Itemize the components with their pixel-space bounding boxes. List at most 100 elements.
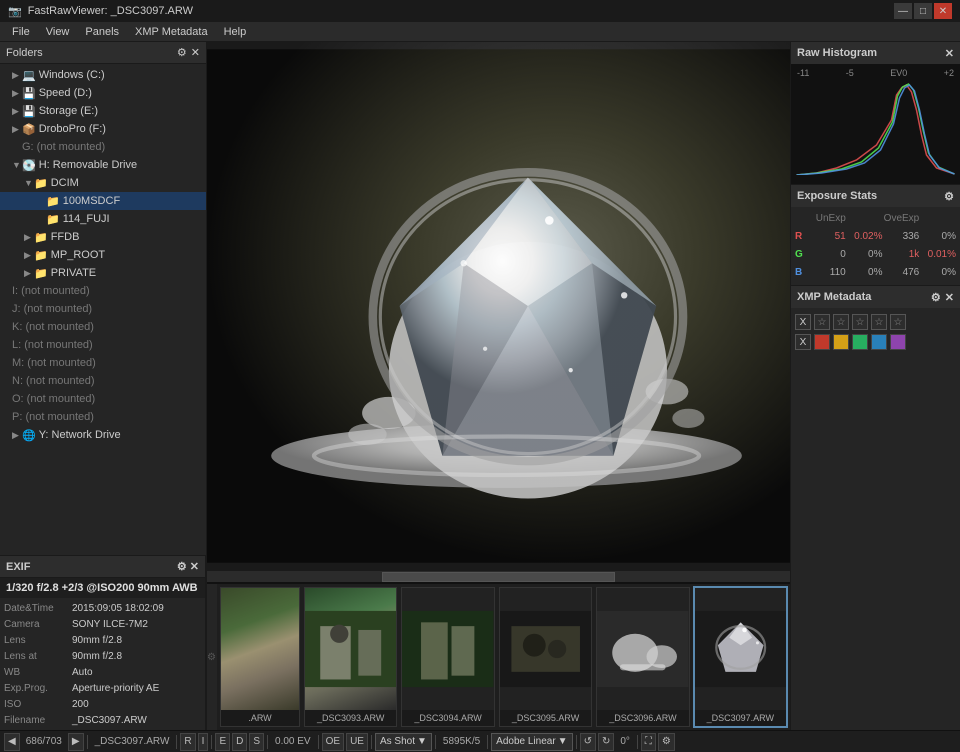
close-button[interactable]: ✕ — [934, 3, 952, 19]
exposure-title: Exposure Stats — [797, 190, 877, 202]
tree-item-drobo-f[interactable]: ▶ 📦 DroboPro (F:) — [0, 120, 206, 138]
exif-row-wb: WB Auto — [4, 664, 201, 680]
menu-help[interactable]: Help — [216, 24, 255, 40]
tree-item-g-not-mounted: G: (not mounted) — [0, 138, 206, 156]
xmp-color-yellow[interactable] — [833, 334, 849, 350]
exif-header: EXIF ⚙ ✕ — [0, 556, 205, 578]
film-thumbnail-2 — [402, 588, 493, 710]
tree-item-speed-d[interactable]: ▶ 💾 Speed (D:) — [0, 84, 206, 102]
window-controls: — □ ✕ — [894, 3, 952, 19]
xmp-color-blue[interactable] — [871, 334, 887, 350]
tree-item-p-not-mounted: P: (not mounted) — [0, 408, 206, 426]
exif-summary: 1/320 f/2.8 +2/3 @ISO200 90mm AWB — [0, 578, 205, 598]
menu-xmp-metadata[interactable]: XMP Metadata — [127, 24, 216, 40]
as-shot-label: As Shot — [380, 736, 415, 747]
xmp-reject-btn2[interactable]: X — [795, 334, 811, 350]
image-area — [207, 42, 790, 570]
xmp-star1-2[interactable]: ☆ — [833, 314, 849, 330]
xmp-gear-icon[interactable]: ⚙ — [931, 291, 941, 304]
film-item-4[interactable]: _DSC3096.ARW — [596, 587, 689, 727]
badge-r-button[interactable]: R — [180, 733, 195, 751]
tree-item-dcim[interactable]: ▼ 📁 DCIM — [0, 174, 206, 192]
scrollbar-thumb[interactable] — [382, 572, 615, 582]
histogram-svg — [795, 80, 956, 175]
current-filename: _DSC3097.ARW — [91, 736, 174, 747]
sep-4 — [267, 735, 268, 749]
tree-item-ffdb[interactable]: ▶ 📁 FFDB — [0, 228, 206, 246]
sep-3 — [211, 735, 212, 749]
rotate-left-button[interactable]: ↺ — [580, 733, 596, 751]
xmp-stars-area: X ☆ ☆ ☆ ☆ ☆ X — [791, 308, 960, 354]
settings-button[interactable]: ⚙ — [658, 733, 675, 751]
xmp-header-icons: ⚙ ✕ — [931, 291, 954, 304]
xmp-close-icon[interactable]: ✕ — [945, 291, 954, 304]
exif-gear-icon[interactable]: ⚙ — [177, 561, 187, 573]
oe-button[interactable]: OE — [322, 733, 344, 751]
film-item-1[interactable]: _DSC3093.ARW — [304, 587, 397, 727]
folders-header: Folders ⚙ ✕ — [0, 42, 206, 64]
tree-item-i-not-mounted: I: (not mounted) — [0, 282, 206, 300]
xmp-color-red[interactable] — [814, 334, 830, 350]
histogram-labels: -11 -5 EV0 +2 — [795, 68, 956, 78]
tree-item-storage-e[interactable]: ▶ 💾 Storage (E:) — [0, 102, 206, 120]
film-item-2[interactable]: _DSC3094.ARW — [401, 587, 494, 727]
sep-10 — [637, 735, 638, 749]
histogram-close-icon[interactable]: ✕ — [945, 47, 954, 60]
xmp-color-purple[interactable] — [890, 334, 906, 350]
app-icon: 📷 — [8, 5, 22, 18]
minimize-button[interactable]: — — [894, 3, 912, 19]
film-item-3[interactable]: _DSC3095.ARW — [499, 587, 592, 727]
as-shot-dropdown[interactable]: As Shot ▼ — [375, 733, 432, 751]
ue-button[interactable]: UE — [346, 733, 368, 751]
film-label-5: _DSC3097.ARW — [695, 710, 786, 726]
film-item-5[interactable]: _DSC3097.ARW — [693, 586, 788, 728]
tree-item-mp-root[interactable]: ▶ 📁 MP_ROOT — [0, 246, 206, 264]
rotate-right-button[interactable]: ↻ — [598, 733, 614, 751]
xmp-star1-1[interactable]: ☆ — [814, 314, 830, 330]
badge-e-button[interactable]: E — [215, 733, 230, 751]
film-item-0[interactable]: .ARW — [220, 587, 300, 727]
menu-panels[interactable]: Panels — [77, 24, 127, 40]
film-label-1: _DSC3093.ARW — [305, 710, 396, 726]
nav-prev-button[interactable]: ◀ — [4, 733, 20, 751]
badge-i-button[interactable]: I — [198, 733, 209, 751]
film-thumb-svg-1 — [305, 588, 396, 710]
folders-close-icon[interactable]: ✕ — [191, 46, 200, 59]
xmp-star1-4[interactable]: ☆ — [871, 314, 887, 330]
exif-close-icon[interactable]: ✕ — [190, 561, 199, 573]
nav-next-button[interactable]: ▶ — [68, 733, 84, 751]
maximize-button[interactable]: □ — [914, 3, 932, 19]
profile-dropdown[interactable]: Adobe Linear ▼ — [491, 733, 572, 751]
exposure-table: UnExp OveExp R 51 0.02% 336 0% G 0 0% 1k — [791, 207, 960, 285]
folders-gear-icon[interactable]: ⚙ — [177, 46, 187, 59]
right-panel: Raw Histogram ✕ -11 -5 EV0 +2 — [790, 42, 960, 730]
xmp-color-green[interactable] — [852, 334, 868, 350]
hist-label-minus5: -5 — [846, 68, 854, 78]
tree-item-100msdcf[interactable]: 📁 100MSDCF — [0, 192, 206, 210]
filmstrip-gear-icon[interactable]: ⚙ — [207, 652, 217, 663]
xmp-reject-btn1[interactable]: X — [795, 314, 811, 330]
fullscreen-button[interactable]: ⛶ — [641, 733, 656, 751]
exposure-gear-icon[interactable]: ⚙ — [944, 190, 954, 203]
menu-file[interactable]: File — [4, 24, 38, 40]
xmp-star1-3[interactable]: ☆ — [852, 314, 868, 330]
exposure-row-r: R 51 0.02% 336 0% — [795, 227, 956, 245]
ring-svg — [207, 42, 790, 570]
tree-item-private[interactable]: ▶ 📁 PRIVATE — [0, 264, 206, 282]
xmp-star1-5[interactable]: ☆ — [890, 314, 906, 330]
film-label-3: _DSC3095.ARW — [500, 710, 591, 726]
tree-item-windows-c[interactable]: ▶ 💻 Windows (C:) — [0, 66, 206, 84]
horizontal-scrollbar[interactable] — [207, 570, 790, 582]
film-thumbnail-4 — [597, 588, 688, 710]
profile-chevron: ▼ — [558, 736, 568, 747]
badge-d-button[interactable]: D — [232, 733, 247, 751]
hist-label-plus2: +2 — [944, 68, 954, 78]
exif-summary-text: 1/320 f/2.8 +2/3 @ISO200 90mm AWB — [6, 582, 199, 594]
tree-item-h-removable[interactable]: ▼ 💽 H: Removable Drive — [0, 156, 206, 174]
badge-s-button[interactable]: S — [249, 733, 264, 751]
tree-item-114-fuji[interactable]: 📁 114_FUJI — [0, 210, 206, 228]
tree-item-y-network[interactable]: ▶ 🌐 Y: Network Drive — [0, 426, 206, 444]
film-thumb-svg-5 — [695, 588, 786, 710]
main-image — [207, 42, 790, 570]
menu-view[interactable]: View — [38, 24, 78, 40]
